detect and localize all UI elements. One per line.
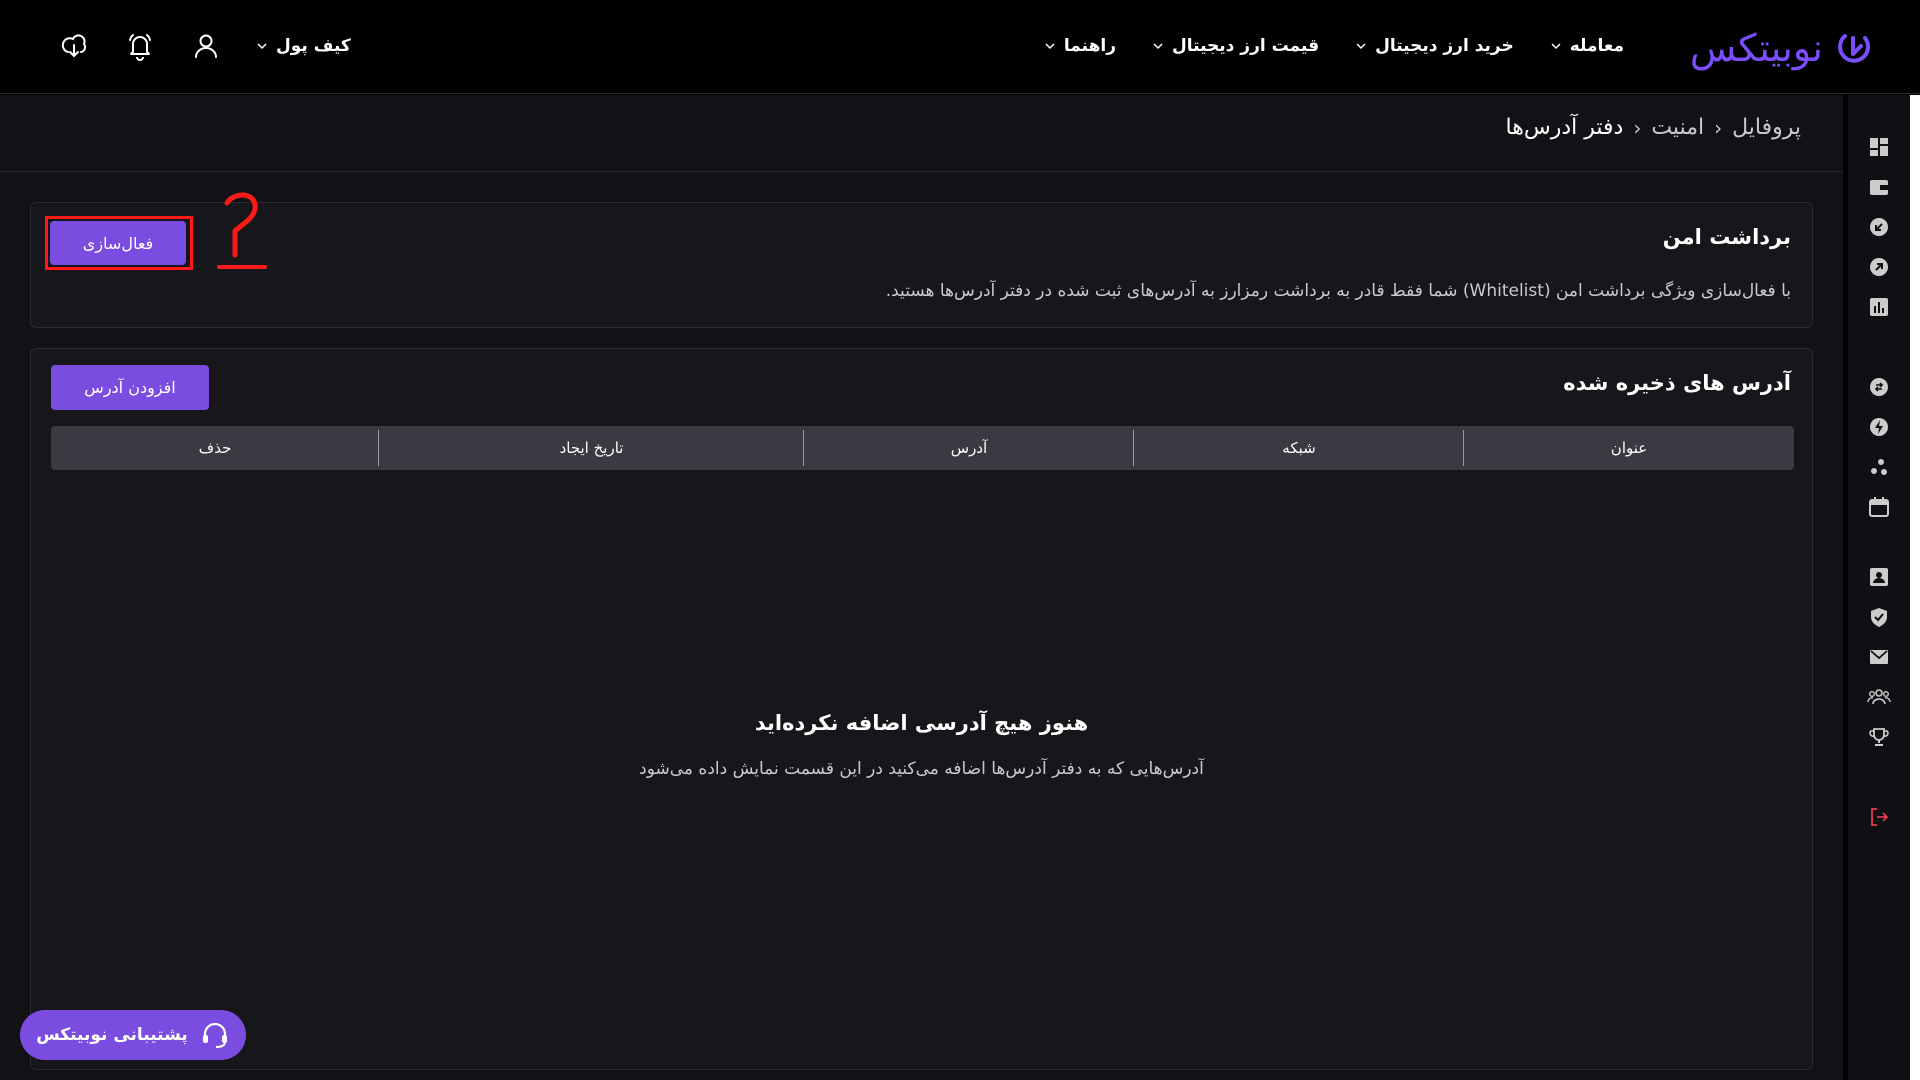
chevron-down-icon xyxy=(1356,43,1366,50)
wallet-label: کیف پول xyxy=(276,36,351,56)
chart-icon[interactable] xyxy=(1867,295,1891,319)
column-header-created-date: تاریخ ایجاد xyxy=(379,426,804,470)
users-icon[interactable] xyxy=(1867,685,1891,709)
column-header-delete: حذف xyxy=(51,426,379,470)
user-icon xyxy=(195,34,217,58)
deposit-icon[interactable] xyxy=(1867,215,1891,239)
download-app-button[interactable] xyxy=(58,30,90,62)
secure-withdraw-card: برداشت امن با فعال‌سازی ویژگی برداشت امن… xyxy=(30,192,1813,328)
secure-withdraw-description: با فعال‌سازی ویژگی برداشت امن (Whitelist… xyxy=(885,281,1791,301)
brand-name: نوبیتکس xyxy=(1689,26,1823,70)
breadcrumb-profile[interactable]: پروفایل xyxy=(1732,115,1801,140)
withdraw-icon[interactable] xyxy=(1867,255,1891,279)
chevron-down-icon xyxy=(1153,43,1163,50)
breadcrumb-security[interactable]: امنیت xyxy=(1651,115,1704,140)
support-chat-button[interactable]: پشتیبانی نوبیتکس xyxy=(20,1010,246,1060)
saved-addresses-title: آدرس های ذخیره شده xyxy=(1563,371,1791,395)
main-nav: معامله خرید ارز دیجیتال قیمت ارز دیجیتال… xyxy=(1044,28,1624,64)
add-address-button[interactable]: افزودن آدرس xyxy=(51,365,209,410)
cloud-download-icon xyxy=(61,34,87,58)
empty-state-description: آدرس‌هایی که به دفتر آدرس‌ها اضافه می‌کن… xyxy=(639,759,1204,779)
support-label: پشتیبانی نوبیتکس xyxy=(36,1025,188,1045)
dots-icon[interactable] xyxy=(1867,455,1891,479)
mail-icon[interactable] xyxy=(1867,645,1891,669)
dashboard-icon[interactable] xyxy=(1867,135,1891,159)
secure-withdraw-title: برداشت امن xyxy=(1662,225,1791,249)
chevron-down-icon xyxy=(1045,43,1055,50)
lightning-icon[interactable] xyxy=(1867,415,1891,439)
nav-item-label: معامله xyxy=(1569,36,1624,56)
breadcrumb: پروفایل ‹ امنیت ‹ دفتر آدرس‌ها xyxy=(1506,115,1801,140)
nav-item-crypto-prices[interactable]: قیمت ارز دیجیتال xyxy=(1152,36,1319,56)
nav-item-help[interactable]: راهنما xyxy=(1044,36,1116,56)
nav-item-trade[interactable]: معامله xyxy=(1550,36,1624,56)
trophy-icon[interactable] xyxy=(1867,725,1891,749)
breadcrumb-bar: پروفایل ‹ امنیت ‹ دفتر آدرس‌ها xyxy=(0,95,1843,172)
nobitex-logo-icon xyxy=(1838,34,1871,63)
chevron-down-icon xyxy=(257,43,267,50)
column-header-address: آدرس xyxy=(804,426,1134,470)
bell-icon xyxy=(129,34,151,61)
top-bar: نوبیتکس معامله خرید ارز دیجیتال قیمت ارز… xyxy=(0,0,1920,94)
wallet-icon[interactable] xyxy=(1867,175,1891,199)
notifications-button[interactable] xyxy=(124,30,156,62)
brand-logo[interactable]: نوبیتکس xyxy=(1690,20,1873,76)
nav-item-label: راهنما xyxy=(1063,36,1116,56)
saved-addresses-card: آدرس های ذخیره شده افزودن آدرس عنوان شبک… xyxy=(30,348,1813,1070)
activate-whitelist-button[interactable]: فعال‌سازی xyxy=(50,221,186,265)
calendar-icon[interactable] xyxy=(1867,495,1891,519)
wallet-menu[interactable]: کیف پول xyxy=(256,36,351,56)
annotation-number-2 xyxy=(217,192,267,269)
chevron-left-icon: ‹ xyxy=(1714,115,1723,140)
shield-icon[interactable] xyxy=(1867,605,1891,629)
headset-icon xyxy=(202,1022,227,1048)
breadcrumb-address-book: دفتر آدرس‌ها xyxy=(1505,115,1624,140)
nav-item-label: قیمت ارز دیجیتال xyxy=(1172,36,1320,56)
logout-icon[interactable] xyxy=(1867,805,1891,829)
address-table-header: عنوان شبکه آدرس تاریخ ایجاد حذف xyxy=(51,426,1794,470)
nav-item-buy-crypto[interactable]: خرید ارز دیجیتال xyxy=(1355,36,1514,56)
column-header-network: شبکه xyxy=(1134,426,1464,470)
chevron-left-icon: ‹ xyxy=(1633,115,1642,140)
nav-item-label: خرید ارز دیجیتال xyxy=(1375,36,1514,56)
profile-button[interactable] xyxy=(190,30,222,62)
top-actions: کیف پول xyxy=(58,26,351,66)
column-header-title: عنوان xyxy=(1610,439,1648,457)
empty-state-title: هنوز هیچ آدرسی اضافه نکرده‌اید xyxy=(754,711,1089,735)
chevron-down-icon xyxy=(1551,43,1561,50)
right-sidebar xyxy=(1848,95,1910,1080)
trade-icon[interactable] xyxy=(1867,375,1891,399)
page-scrollbar[interactable] xyxy=(1910,95,1920,1080)
profile-icon[interactable] xyxy=(1867,565,1891,589)
